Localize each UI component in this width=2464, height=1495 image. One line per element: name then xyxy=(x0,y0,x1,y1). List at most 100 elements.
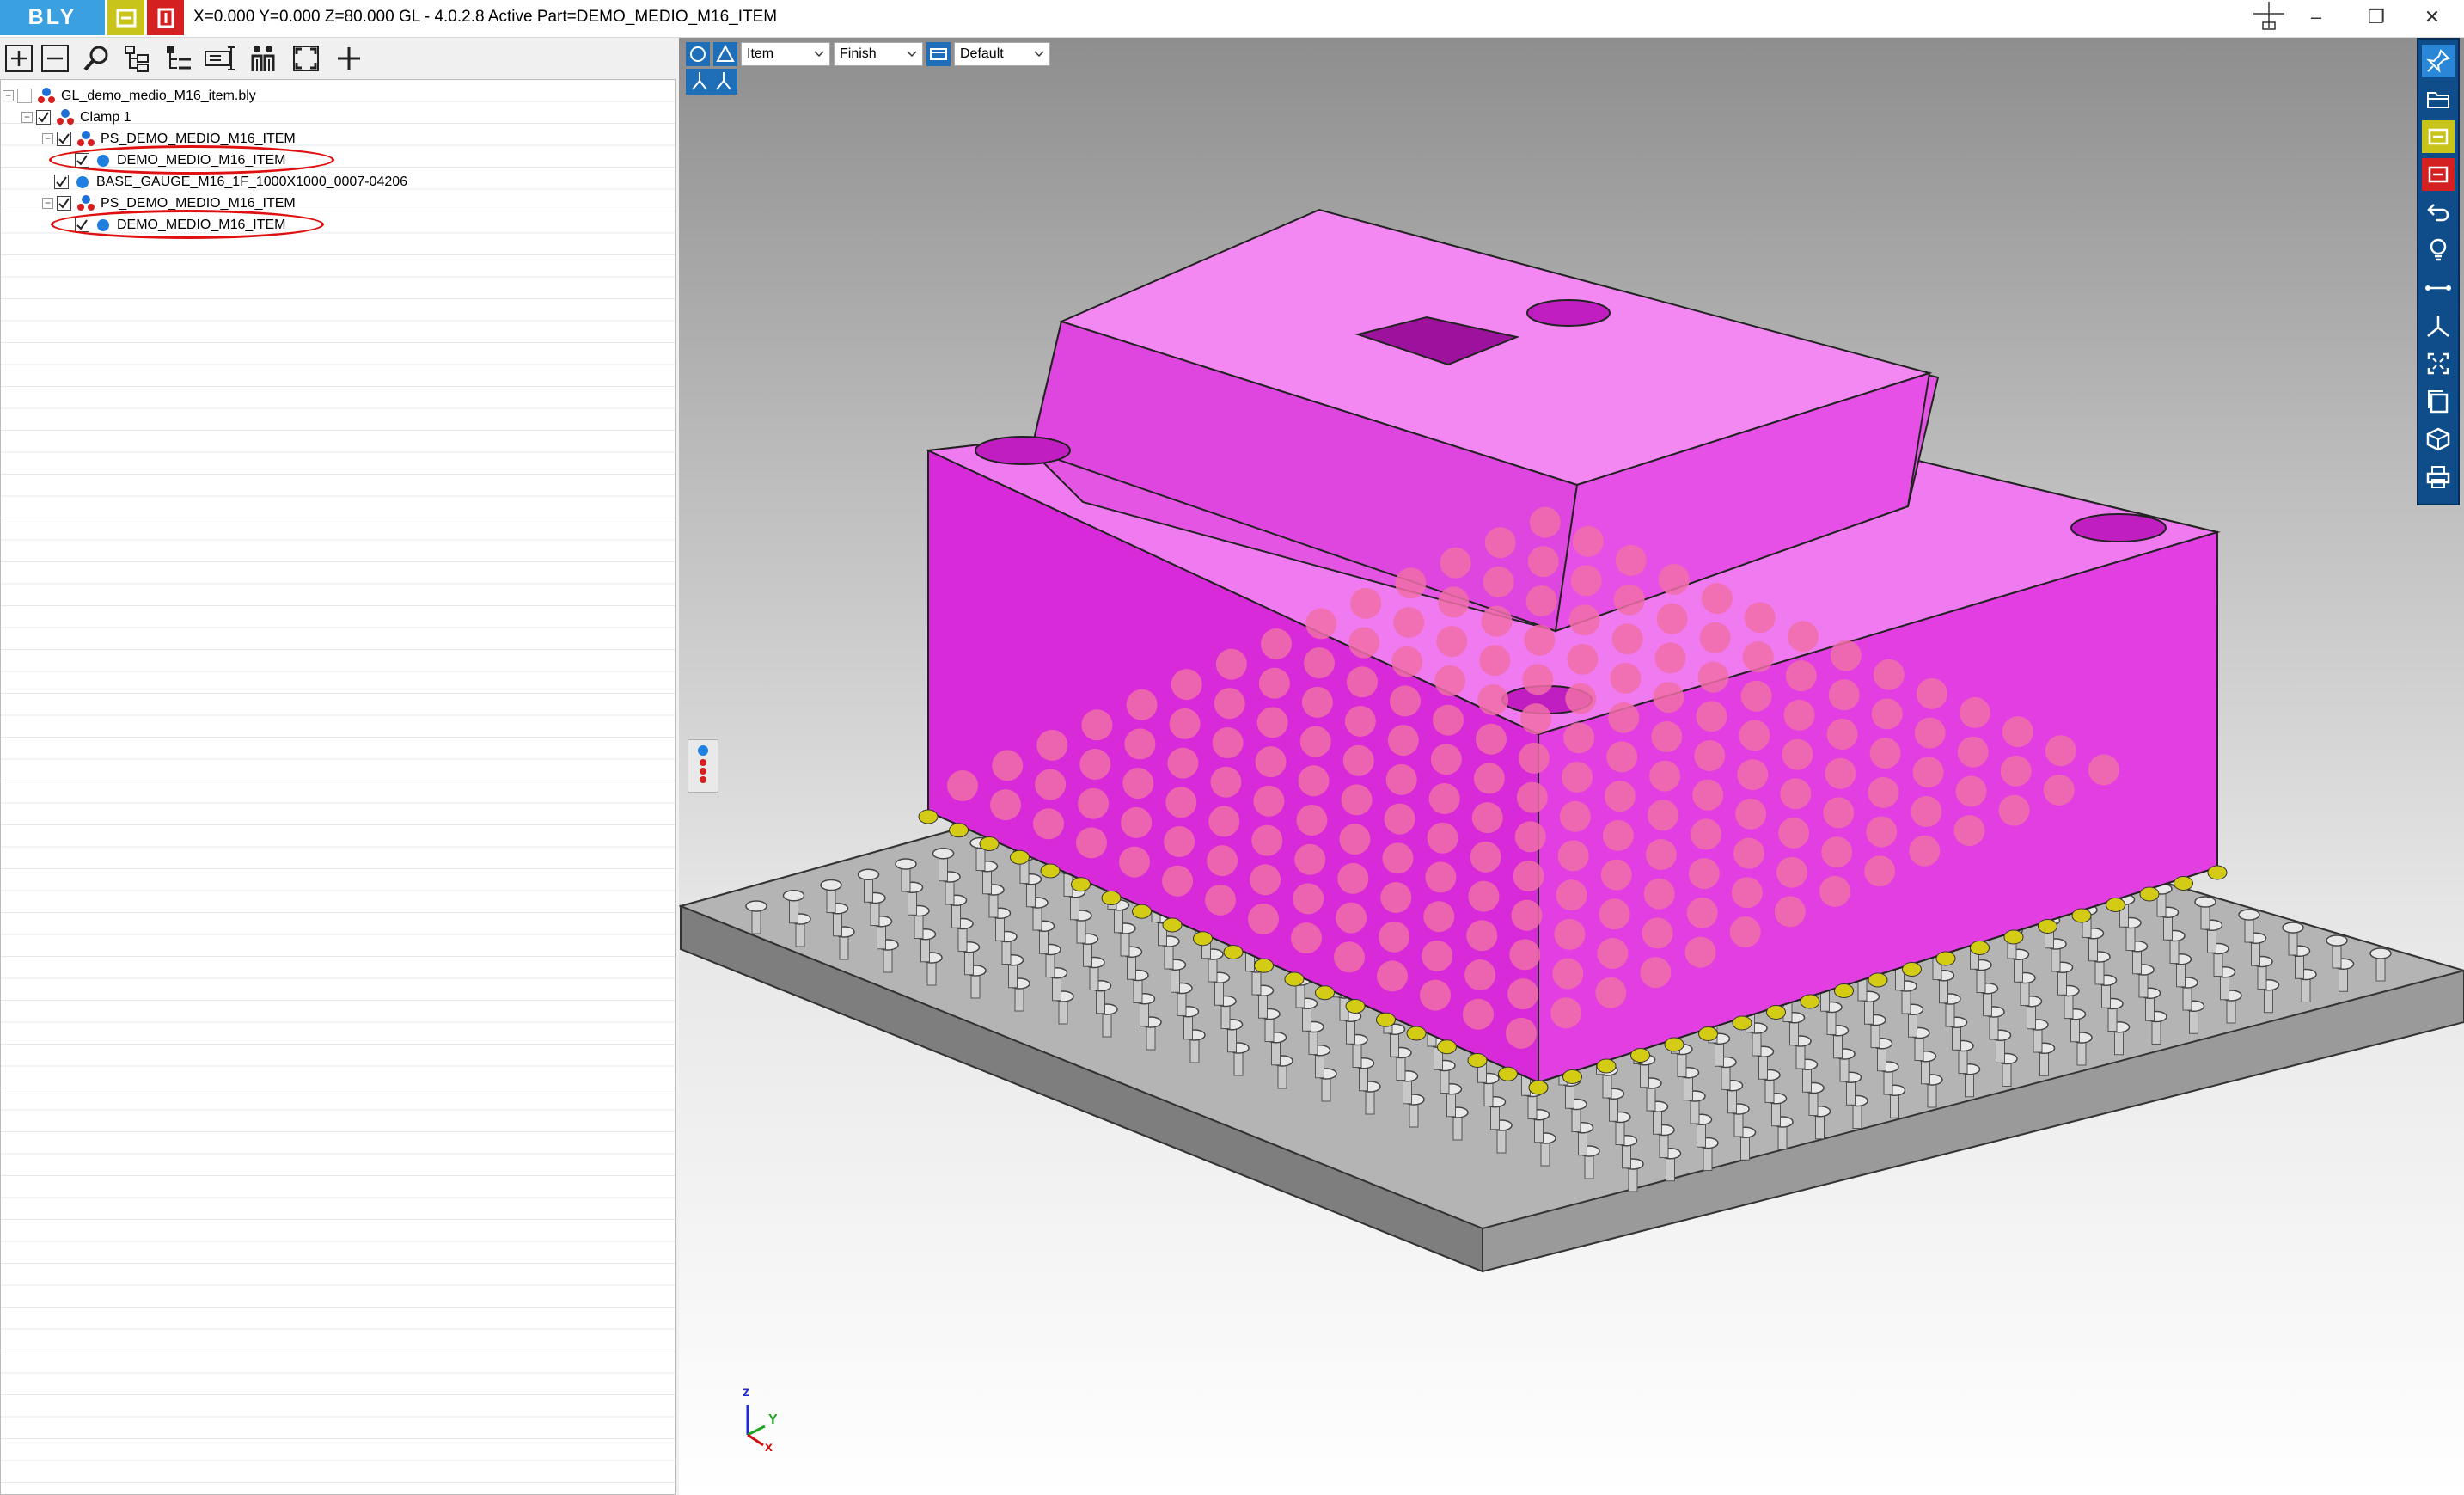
clamp-sphere xyxy=(1733,837,1764,869)
clamp-sphere xyxy=(1463,998,1494,1030)
clamp-sphere xyxy=(1348,627,1380,659)
collapse-toggle[interactable]: − xyxy=(42,133,53,144)
collapse-toggle[interactable]: − xyxy=(21,112,33,123)
contact-pin xyxy=(1254,958,1274,973)
3d-viewport[interactable]: z Y x Item Finish Default xyxy=(679,38,2464,1495)
view-preset-icon[interactable] xyxy=(926,42,951,66)
clamp-sphere xyxy=(1778,818,1810,849)
clamp-sphere xyxy=(1121,806,1153,838)
clamp-sphere xyxy=(1471,802,1503,834)
clamp-sphere xyxy=(1826,719,1858,750)
triangle-icon xyxy=(716,44,735,62)
light-button[interactable] xyxy=(2422,234,2455,267)
clamp-sphere xyxy=(1821,836,1853,868)
clamp-sphere xyxy=(1036,729,1068,761)
tree-item-label: PS_DEMO_MEDIO_M16_ITEM xyxy=(101,131,296,146)
clamp-sphere xyxy=(1559,800,1591,832)
collapse-all-button[interactable] xyxy=(36,41,74,76)
contact-pin xyxy=(2038,919,2057,934)
clamp-sphere xyxy=(1608,702,1640,733)
mode-select[interactable]: Item xyxy=(741,42,830,66)
red-tool-button[interactable] xyxy=(2422,158,2455,191)
clamp-sphere xyxy=(1347,666,1378,698)
contact-pin xyxy=(1376,1012,1396,1027)
yellow-toolbox-button[interactable] xyxy=(107,0,144,35)
quality-select[interactable]: Finish xyxy=(834,42,923,66)
restore-button[interactable]: ❐ xyxy=(2351,3,2402,31)
hierarchy-button[interactable] xyxy=(119,41,156,76)
tree-item-clamp[interactable]: − Clamp 1 xyxy=(21,107,131,128)
zoom-extents-button[interactable] xyxy=(2422,347,2455,380)
measure-icon xyxy=(2425,285,2451,291)
clamp-sphere xyxy=(1649,760,1681,792)
clamp-sphere xyxy=(1554,918,1586,950)
rename-button[interactable] xyxy=(201,41,239,76)
cube-icon xyxy=(2426,427,2450,451)
clamp-sphere xyxy=(1611,623,1643,655)
measure-button[interactable] xyxy=(2422,272,2455,304)
tree-list-button[interactable] xyxy=(160,41,198,76)
fit-button[interactable] xyxy=(287,41,325,76)
yellow-tool-button[interactable] xyxy=(2422,120,2455,153)
model-tree[interactable]: − GL_demo_medio_M16_item.bly − Clamp 1 −… xyxy=(0,79,676,1495)
pin-button[interactable] xyxy=(2422,45,2455,77)
assembly-icon xyxy=(77,130,95,146)
clamp-sphere xyxy=(1384,803,1415,835)
orientation-button[interactable] xyxy=(686,69,737,95)
add-button[interactable] xyxy=(330,41,368,76)
clamp-sphere xyxy=(1466,920,1498,952)
clamp-sphere xyxy=(1701,583,1733,615)
clamp-sphere xyxy=(1440,547,1471,579)
clamp-sphere xyxy=(1423,901,1455,933)
item-checkbox[interactable] xyxy=(57,196,71,211)
page-icon xyxy=(2428,390,2449,414)
clamp-sphere xyxy=(1522,664,1554,695)
contact-pin xyxy=(1800,994,1820,1009)
print-button[interactable] xyxy=(2422,461,2455,493)
item-checkbox[interactable] xyxy=(54,175,69,189)
minimize-button[interactable]: – xyxy=(2290,3,2342,31)
tree-item-base-gauge[interactable]: BASE_GAUGE_M16_1F_1000X1000_0007-04206 xyxy=(54,171,407,193)
tree-item-label: BASE_GAUGE_M16_1F_1000X1000_0007-04206 xyxy=(96,174,408,189)
clamp-sphere xyxy=(1336,902,1367,934)
item-checkbox[interactable] xyxy=(57,132,71,146)
clamp-sphere xyxy=(1737,759,1769,791)
view-box-button[interactable] xyxy=(2422,385,2455,418)
open-folder-button[interactable] xyxy=(2422,83,2455,115)
clamp-sphere xyxy=(1520,703,1552,735)
search-button[interactable] xyxy=(77,41,115,76)
clamp-sphere xyxy=(1299,726,1331,757)
clamp-sphere xyxy=(1248,904,1279,934)
undo-button[interactable] xyxy=(2422,196,2455,229)
viewport-toolbar: Item Finish Default xyxy=(686,41,1050,67)
axis-y-label: Y xyxy=(768,1412,778,1427)
clamp-sphere xyxy=(1291,922,1322,954)
wireframe-mode-button[interactable] xyxy=(713,42,737,66)
item-checkbox[interactable] xyxy=(36,110,51,125)
collapse-toggle[interactable]: − xyxy=(42,198,53,209)
3d-scene[interactable]: z Y x xyxy=(679,38,2464,1495)
people-button[interactable] xyxy=(244,41,282,76)
expand-all-button[interactable] xyxy=(0,41,38,76)
clamp-sphere xyxy=(1684,936,1716,968)
shade-mode-button[interactable] xyxy=(686,42,710,66)
view-select[interactable]: Default xyxy=(954,42,1050,66)
clamp-sphere xyxy=(1122,768,1154,800)
right-toolbar xyxy=(2417,38,2460,505)
item-checkbox[interactable] xyxy=(17,89,32,103)
collapse-toggle[interactable]: − xyxy=(3,90,14,101)
clamp-sphere xyxy=(1570,565,1602,597)
clamp-sphere xyxy=(1380,882,1412,913)
folder-icon xyxy=(2427,92,2449,108)
red-toolbox-button[interactable] xyxy=(147,0,184,35)
pin-cursor-icon[interactable] xyxy=(2243,2,2295,31)
clamp-sphere xyxy=(1643,878,1675,910)
clamp-sphere xyxy=(1524,624,1556,656)
contact-pin xyxy=(1664,1037,1684,1052)
sphere-stack-widget[interactable] xyxy=(688,739,718,793)
cube-view-button[interactable] xyxy=(2422,423,2455,456)
clamp-sphere xyxy=(1959,697,1990,728)
axes-button[interactable] xyxy=(2422,309,2455,342)
tree-item-root[interactable]: − GL_demo_medio_M16_item.bly xyxy=(3,85,256,107)
close-button[interactable]: ✕ xyxy=(2406,3,2458,31)
